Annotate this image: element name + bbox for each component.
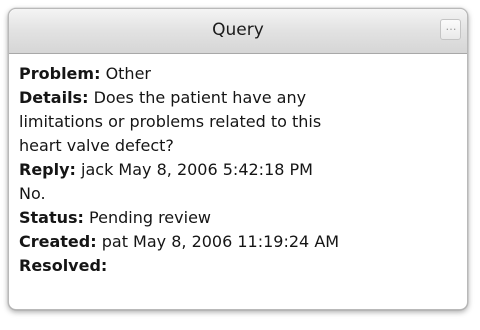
details-row: Details: Does the patient have any: [19, 86, 457, 110]
details-value-line-3: heart valve defect?: [19, 136, 174, 155]
details-value-line-2: limitations or problems related to this: [19, 112, 322, 131]
status-row: Status: Pending review: [19, 206, 457, 230]
reply-label: Reply:: [19, 160, 76, 179]
reply-meta: jack May 8, 2006 5:42:18 PM: [81, 160, 313, 179]
status-label: Status:: [19, 208, 84, 227]
created-value: pat May 8, 2006 11:19:24 AM: [101, 232, 340, 251]
ellipsis-icon[interactable]: …: [440, 19, 461, 40]
details-label: Details:: [19, 88, 89, 107]
resolved-label: Resolved:: [19, 256, 108, 275]
created-label: Created:: [19, 232, 97, 251]
window-titlebar[interactable]: Query …: [9, 9, 467, 54]
problem-label: Problem:: [19, 64, 101, 83]
created-row: Created: pat May 8, 2006 11:19:24 AM: [19, 230, 457, 254]
query-details: Problem: Other Details: Does the patient…: [19, 62, 457, 278]
reply-text: No.: [19, 184, 46, 203]
query-window: Query … Problem: Other Details: Does the…: [8, 8, 468, 310]
window-title: Query: [212, 20, 264, 40]
status-value: Pending review: [89, 208, 211, 227]
reply-row: Reply: jack May 8, 2006 5:42:18 PM: [19, 158, 457, 182]
details-value-line-1: Does the patient have any: [93, 88, 307, 107]
problem-value: Other: [105, 64, 151, 83]
problem-row: Problem: Other: [19, 62, 457, 86]
resolved-row: Resolved:: [19, 254, 457, 278]
